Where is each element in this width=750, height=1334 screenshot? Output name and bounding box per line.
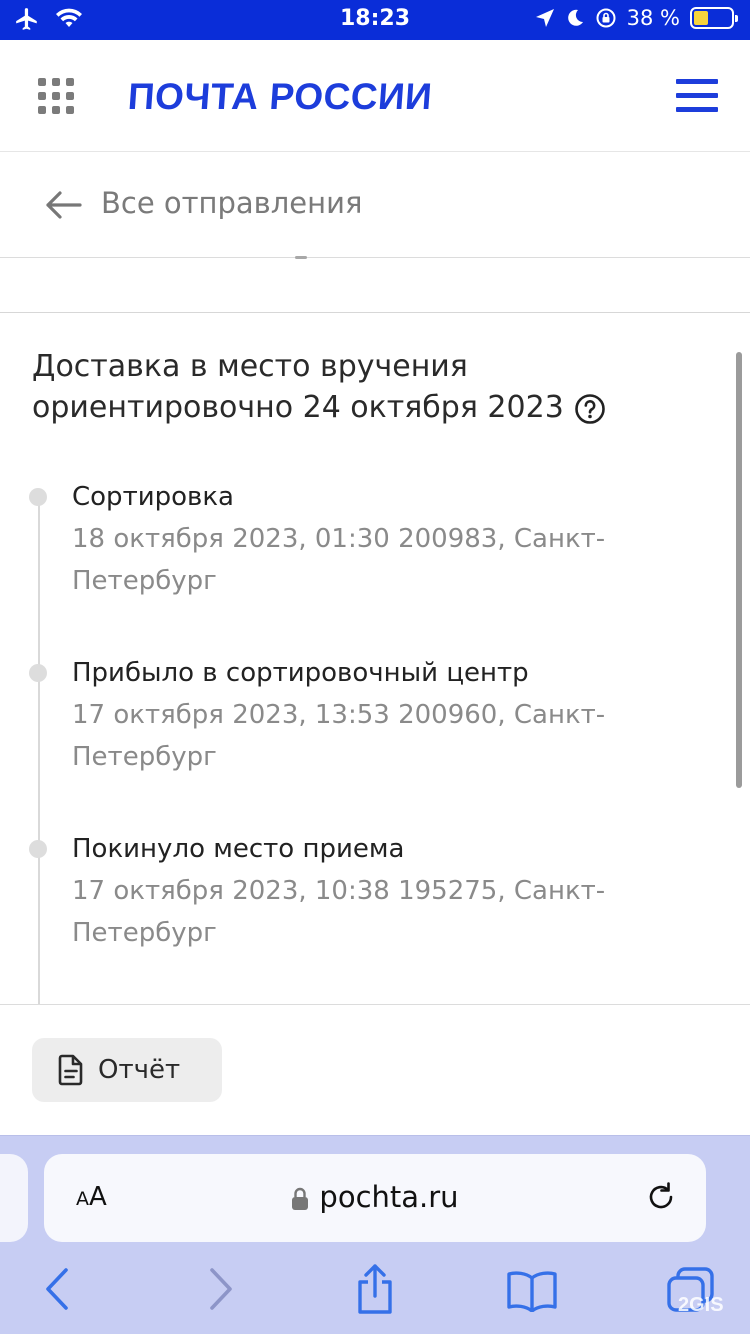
arrow-left-icon [46, 191, 82, 219]
event-title: Покинуло место приема [72, 834, 405, 864]
previous-tab-peek[interactable] [0, 1154, 28, 1242]
delivery-estimate-line1: Доставка в место вручения [32, 349, 468, 384]
event-date-location: 17 октября 2023, 10:38 195275, Санкт- [72, 876, 606, 906]
timeline-dot [29, 488, 47, 506]
back-link-label: Все отправления [101, 186, 363, 220]
report-button[interactable]: Отчёт [32, 1038, 222, 1102]
event-details: 18 октября 2023, 01:30 200983, Санкт- Пе… [72, 518, 632, 602]
event-city: Петербург [72, 566, 217, 596]
forward-icon[interactable] [204, 1266, 236, 1312]
url-display[interactable]: pochta.ru [44, 1180, 706, 1214]
delivery-estimate: Доставка в место вручения ориентировочно… [32, 346, 672, 428]
hamburger-menu-icon[interactable] [676, 78, 718, 114]
share-icon[interactable] [354, 1262, 396, 1316]
battery-percent: 38 % [626, 6, 680, 30]
timeline-dot [29, 664, 47, 682]
report-button-label: Отчёт [98, 1055, 181, 1085]
back-link[interactable]: Все отправления [0, 152, 750, 258]
browser-toolbar: AA pochta.ru [0, 1135, 750, 1334]
bookmarks-icon[interactable] [506, 1270, 558, 1312]
delivery-estimate-line2: ориентировочно 24 октября 2023 [32, 390, 564, 425]
timeline-line [38, 498, 40, 1004]
document-icon [58, 1054, 83, 1086]
watermark: 2GIS [678, 1294, 724, 1316]
rotation-lock-icon [596, 8, 616, 28]
moon-icon [567, 9, 583, 26]
question-circle-icon[interactable] [574, 393, 606, 425]
site-header: ПОЧТА РОССИИ [0, 40, 750, 152]
event-title: Прибыло в сортировочный центр [72, 658, 529, 688]
event-details: 17 октября 2023, 13:53 200960, Санкт- Пе… [72, 694, 632, 778]
logo[interactable]: ПОЧТА РОССИИ [127, 76, 434, 118]
event-title: Сортировка [72, 482, 234, 512]
divider [0, 1004, 750, 1005]
battery-icon [690, 7, 738, 29]
collapsed-content-edge [295, 256, 307, 259]
url-text: pochta.ru [319, 1180, 459, 1214]
divider [0, 312, 750, 313]
event-date-location: 17 октября 2023, 13:53 200960, Санкт- [72, 700, 606, 730]
event-details: 17 октября 2023, 10:38 195275, Санкт- Пе… [72, 870, 632, 954]
event-city: Петербург [72, 742, 217, 772]
tracking-event: Покинуло место приема 17 октября 2023, 1… [29, 832, 632, 954]
apps-grid-icon[interactable] [38, 78, 74, 114]
location-icon [535, 9, 554, 27]
tracking-event: Прибыло в сортировочный центр 17 октября… [29, 656, 632, 778]
lock-icon [292, 1187, 309, 1210]
back-icon[interactable] [42, 1266, 74, 1312]
scrollbar[interactable] [736, 352, 742, 788]
address-bar[interactable]: AA pochta.ru [44, 1154, 706, 1242]
event-date-location: 18 октября 2023, 01:30 200983, Санкт- [72, 524, 606, 554]
timeline-dot [29, 840, 47, 858]
status-bar: 18:23 38 % [0, 0, 750, 40]
tracking-event: Сортировка 18 октября 2023, 01:30 200983… [29, 480, 632, 602]
battery-fill [694, 11, 708, 25]
event-city: Петербург [72, 918, 217, 948]
reload-icon[interactable] [644, 1180, 678, 1214]
